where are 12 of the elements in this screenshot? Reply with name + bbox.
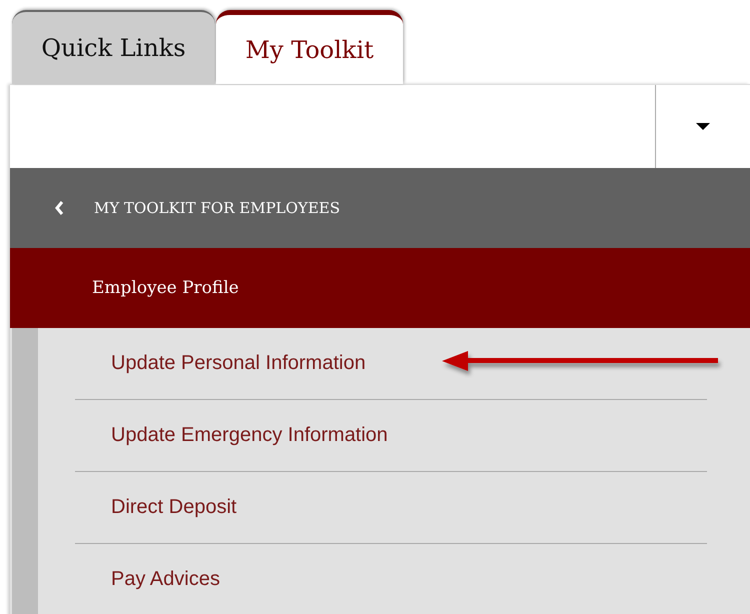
tab[interactable]: My Toolkit [216,10,403,84]
header-title: MY TOOLKIT FOR EMPLOYEES [94,199,340,217]
section-title: Employee Profile [92,278,239,298]
menu-link[interactable]: Update Personal Information [111,352,366,375]
tab[interactable]: Quick Links [12,10,215,84]
caret-icon [696,122,710,130]
back-icon[interactable] [54,200,64,216]
menu-link[interactable]: Pay Advices [111,568,220,591]
dropdown-field[interactable] [10,84,750,168]
menu-link[interactable]: Update Emergency Information [111,424,388,447]
section-bar[interactable]: Employee Profile [10,248,750,328]
menu-link[interactable]: Direct Deposit [111,496,237,519]
